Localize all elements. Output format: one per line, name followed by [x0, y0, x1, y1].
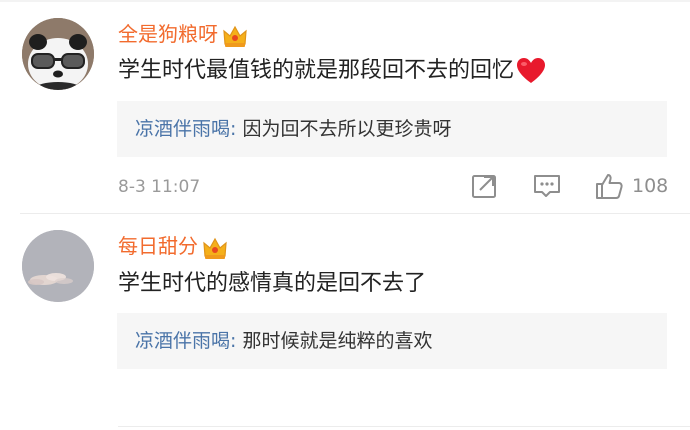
like-count: 108 [632, 175, 669, 197]
sky-clouds-avatar-icon [22, 230, 94, 302]
reply-author[interactable]: 凉酒伴雨喝: [135, 330, 236, 352]
reply-preview[interactable]: 凉酒伴雨喝: 那时候就是纯粹的喜欢 [117, 313, 667, 369]
comment-item: 全是狗粮呀 学生时代最值钱的就是那段回不去的回忆 凉酒伴雨喝: 因为回不去所以更… [0, 0, 690, 214]
reply-preview[interactable]: 凉酒伴雨喝: 因为回不去所以更珍贵呀 [117, 101, 667, 157]
crown-icon [223, 25, 247, 47]
username-text[interactable]: 全是狗粮呀 [118, 22, 218, 46]
username-text[interactable]: 每日甜分 [118, 234, 198, 258]
comment-divider [118, 426, 690, 427]
comment-time: 8-3 11:07 [118, 177, 201, 197]
reply-text: 那时候就是纯粹的喜欢 [236, 330, 433, 352]
reply-text: 因为回不去所以更珍贵呀 [236, 118, 452, 140]
comment-divider [20, 213, 690, 214]
reply-author[interactable]: 凉酒伴雨喝: [135, 118, 236, 140]
crown-icon [203, 237, 227, 259]
avatar[interactable] [22, 230, 94, 302]
comment-body: 学生时代最值钱的就是那段回不去的回忆 [118, 58, 515, 83]
comment-icon[interactable] [532, 172, 562, 200]
comment-body: 学生时代的感情真的是回不去了 [118, 271, 427, 296]
comment-text: 学生时代的感情真的是回不去了 [118, 268, 426, 300]
panda-avatar-icon [22, 18, 94, 90]
username[interactable]: 全是狗粮呀 [118, 20, 248, 48]
avatar[interactable] [22, 18, 94, 90]
thumbs-up-icon[interactable] [594, 172, 624, 200]
comment-text: 学生时代最值钱的就是那段回不去的回忆 [118, 55, 546, 87]
username[interactable]: 每日甜分 [118, 232, 228, 260]
share-icon[interactable] [470, 172, 500, 200]
red-heart-icon [517, 58, 546, 83]
